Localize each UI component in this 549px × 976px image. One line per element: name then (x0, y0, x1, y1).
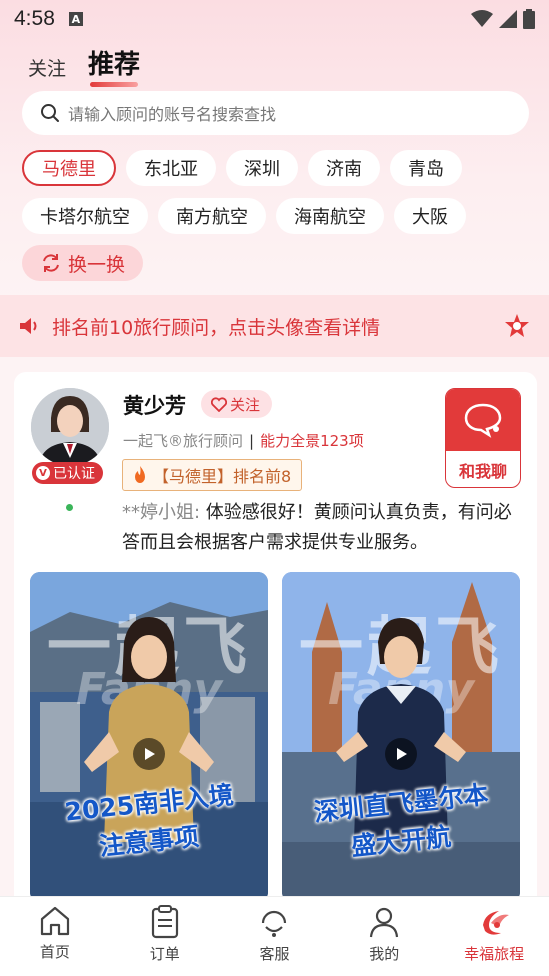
signal-icon (499, 10, 517, 28)
tab-following[interactable]: 关注 (28, 54, 66, 81)
nav-profile[interactable]: 我的 (329, 897, 439, 976)
chip-madrid[interactable]: 马德里 (22, 150, 116, 186)
battery-icon (523, 9, 535, 29)
heart-icon (211, 396, 227, 412)
search-placeholder: 请输入顾问的账号名搜索查找 (68, 105, 277, 124)
order-icon (151, 905, 178, 939)
chip-china-southern[interactable]: 南方航空 (158, 198, 266, 234)
verified-badge: V 已认证 (32, 462, 103, 484)
service-icon (262, 910, 287, 937)
consultant-avatar[interactable] (31, 388, 109, 466)
fire-icon (135, 466, 145, 483)
nav-orders-label: 订单 (149, 945, 180, 963)
chip-jinan[interactable]: 济南 (308, 150, 380, 186)
meta-separator: | (249, 431, 255, 450)
search-icon (41, 104, 59, 122)
ranking-notice-banner[interactable]: 排名前10旅行顾问，点击头像查看详情 (0, 295, 549, 357)
chip-qatar-airways[interactable]: 卡塔尔航空 (22, 198, 148, 234)
search-input[interactable]: 请输入顾问的账号名搜索查找 (22, 91, 529, 135)
star-badge-icon (505, 314, 529, 337)
speaker-icon (20, 318, 37, 334)
nav-orders[interactable]: 订单 (110, 897, 220, 976)
consultant-meta: 一起飞®旅行顾问 | 能力全景123项 (123, 430, 364, 451)
rank-text: 【马德里】排名前8 (153, 467, 292, 486)
video-card-south-africa[interactable]: 一起飞 Fanny 2025南非入境 注意事项 (30, 572, 268, 902)
chip-hainan-airlines[interactable]: 海南航空 (276, 198, 384, 234)
profile-icon (370, 907, 399, 938)
notice-text: 排名前10旅行顾问，点击头像查看详情 (52, 316, 381, 339)
refresh-icon (43, 254, 59, 272)
nav-service[interactable]: 客服 (220, 897, 330, 976)
consultant-name[interactable]: 黄少芳 (123, 390, 186, 420)
chat-bubble-icon (464, 403, 502, 438)
video-card-melbourne[interactable]: 一起飞 Fanny 深圳直飞墨尔本 盛大开航 (282, 572, 520, 902)
tab-recommend[interactable]: 推荐 (88, 44, 140, 87)
nav-happy-journey-label: 幸福旅程 (464, 945, 525, 963)
notification-a-icon: A (68, 12, 83, 26)
verified-label: 已认证 (53, 466, 95, 482)
avatar-portrait-icon (31, 388, 109, 466)
status-time: 4:58 (14, 7, 55, 30)
consultant-title: 一起飞®旅行顾问 (123, 432, 244, 450)
nav-home[interactable]: 首页 (0, 897, 110, 976)
verified-check-icon: V (36, 466, 50, 480)
status-bar: 4:58 A (0, 0, 549, 38)
refresh-label: 换一换 (68, 253, 126, 276)
chip-qingdao[interactable]: 青岛 (390, 150, 462, 186)
chip-northeast-asia[interactable]: 东北亚 (126, 150, 216, 186)
nav-service-label: 客服 (259, 945, 290, 963)
rank-badge: 【马德里】排名前8 (122, 459, 303, 491)
customer-review: **婷小姐: 体验感很好！黄顾问认真负责，有问必答而且会根据客户需求提供专业服务… (122, 498, 527, 558)
city-chip-group: 马德里 东北亚 深圳 济南 青岛 卡塔尔航空 南方航空 海南航空 大阪 (22, 150, 532, 246)
refresh-button[interactable]: 换一换 (22, 245, 144, 281)
nav-home-label: 首页 (39, 943, 70, 961)
follow-label: 关注 (230, 395, 261, 414)
consultant-card: V 已认证 黄少芳 关注 一起飞®旅行顾问 | 能力全景123项 【马德里】排名… (14, 372, 537, 912)
play-icon[interactable] (385, 738, 417, 770)
brand-logo-icon (483, 911, 510, 935)
nav-profile-label: 我的 (369, 945, 400, 963)
chip-shenzhen[interactable]: 深圳 (226, 150, 298, 186)
ability-link[interactable]: 能力全景123项 (260, 430, 364, 451)
review-author: **婷小姐: (122, 502, 201, 523)
chat-with-me-button[interactable]: 和我聊 (445, 388, 521, 488)
wifi-icon (471, 10, 493, 27)
bottom-navigation: 首页 订单 客服 我的 幸福旅程 (0, 896, 549, 976)
home-icon (40, 906, 69, 936)
play-icon[interactable] (133, 738, 165, 770)
nav-happy-journey[interactable]: 幸福旅程 (439, 897, 549, 976)
chat-label: 和我聊 (458, 462, 507, 481)
online-status-dot (66, 504, 73, 511)
chip-osaka[interactable]: 大阪 (394, 198, 466, 234)
top-tabs: 关注 推荐 (28, 44, 140, 87)
follow-button[interactable]: 关注 (201, 390, 273, 418)
